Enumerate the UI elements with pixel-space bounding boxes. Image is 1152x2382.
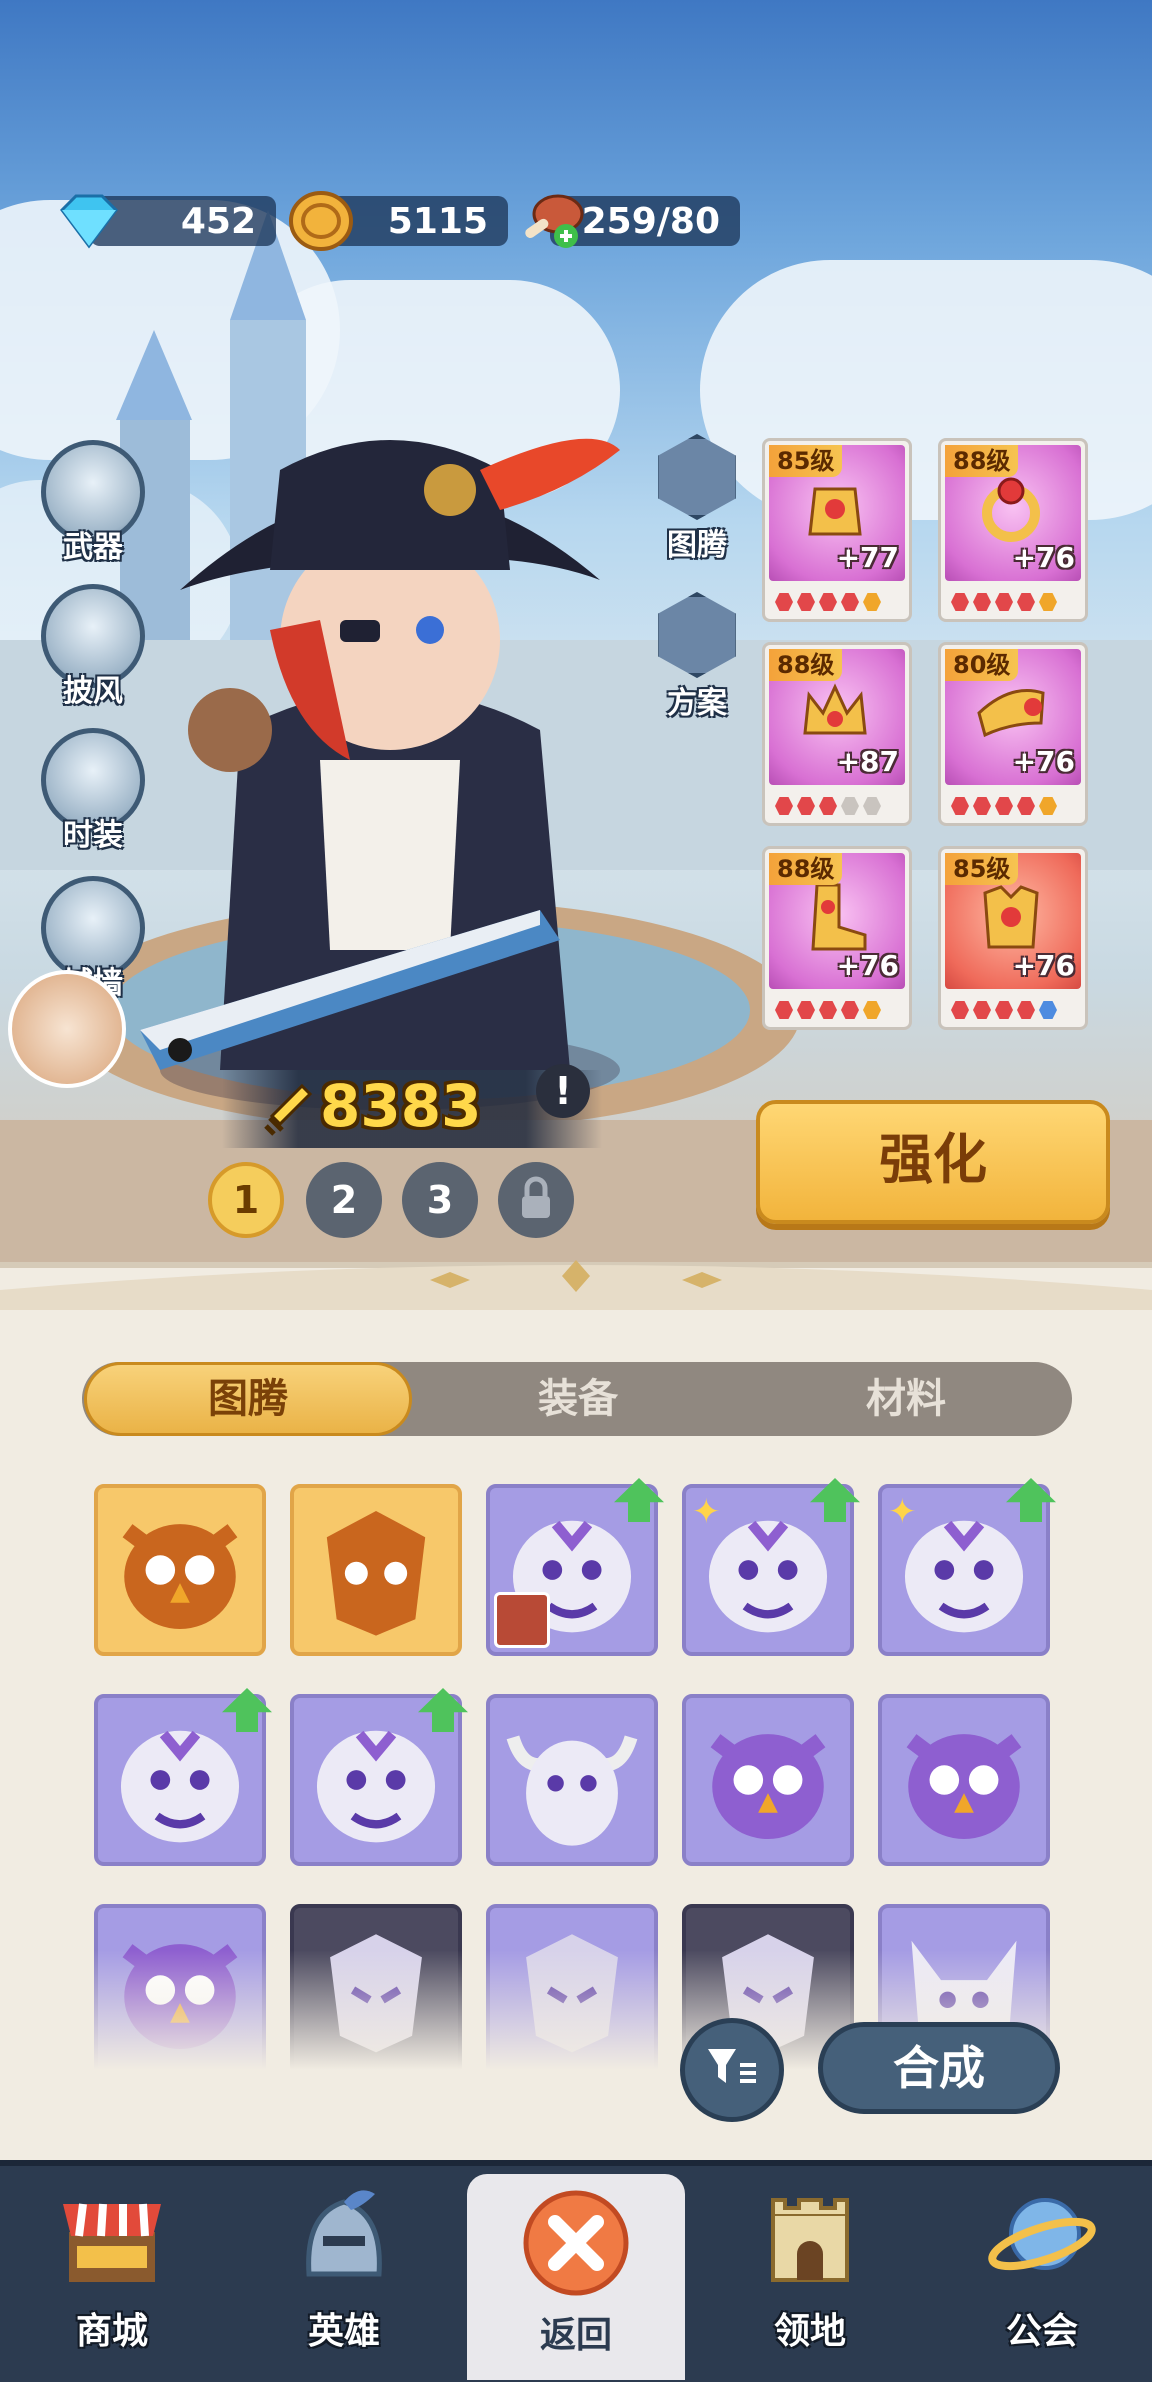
- equip-bonus: +76: [1012, 949, 1075, 982]
- nav-label: 英雄: [307, 2311, 380, 2352]
- tab-materials[interactable]: 材料: [742, 1362, 1070, 1436]
- owl-totem-icon: [906, 1734, 1022, 1840]
- equip-gems: [775, 797, 881, 815]
- totem-card[interactable]: [486, 1694, 658, 1866]
- meat-stamina-icon: [525, 194, 584, 248]
- nav-shop[interactable]: 商城: [12, 2170, 212, 2376]
- equip-slot-crown[interactable]: 88级 +87: [762, 642, 912, 826]
- sword-power-icon: [264, 1083, 313, 1136]
- equip-level: 85级: [945, 853, 1019, 885]
- loadout-slot-3[interactable]: 3: [402, 1162, 478, 1238]
- totem-button-label: 图腾: [667, 528, 727, 563]
- equip-bonus: +77: [836, 541, 899, 574]
- equip-gems: [775, 593, 881, 611]
- equip-level: 88级: [769, 853, 843, 885]
- totem-card[interactable]: [94, 1688, 272, 1866]
- totem-icon: [658, 434, 736, 520]
- equip-bonus: +76: [1012, 541, 1075, 574]
- totem-card[interactable]: ✦: [878, 1478, 1056, 1656]
- side-btn-costume[interactable]: 时装: [34, 728, 152, 854]
- nav-guild[interactable]: 公会: [942, 2170, 1142, 2376]
- power-value: 8383: [320, 1072, 482, 1140]
- totem-card[interactable]: [290, 1688, 468, 1866]
- nav-label: 领地: [773, 2311, 846, 2352]
- castle-icon: [755, 2184, 865, 2294]
- equip-gems: [951, 797, 1057, 815]
- stamina-count: 259/80: [581, 200, 720, 242]
- ring-icon: [982, 477, 1040, 542]
- side-btn-label: 披风: [63, 674, 123, 709]
- lock-icon: [522, 1176, 550, 1218]
- filter-button[interactable]: [680, 2018, 784, 2122]
- nav-back[interactable]: 返回: [467, 2174, 685, 2380]
- ox-totem-icon: [506, 1735, 638, 1846]
- owl-totem-icon: [710, 1734, 826, 1840]
- equip-slot-gloves[interactable]: 85级 +77: [762, 438, 912, 622]
- loadout-slot-2[interactable]: 2: [306, 1162, 382, 1238]
- equip-bonus: +76: [1012, 745, 1075, 778]
- loadout-button-label: 方案: [667, 686, 727, 721]
- equip-level: 85级: [769, 445, 843, 477]
- equip-gems: [951, 1001, 1057, 1019]
- side-btn-label: 武器: [63, 530, 123, 565]
- totem-card[interactable]: [486, 1478, 664, 1656]
- diamond-icon: [60, 194, 118, 249]
- nav-label: 商城: [75, 2311, 148, 2352]
- equip-slot-armor[interactable]: 85级 +76: [938, 846, 1088, 1030]
- equip-gems: [775, 1001, 881, 1019]
- loadout-slot-1[interactable]: 1: [208, 1162, 284, 1238]
- equip-level: 88级: [945, 445, 1019, 477]
- totem-card[interactable]: [94, 1484, 266, 1656]
- totem-card[interactable]: [878, 1694, 1050, 1866]
- equip-level: 88级: [769, 649, 843, 681]
- boots-icon: [811, 883, 867, 951]
- panel-trim: [0, 1260, 1152, 1310]
- diamond-count: 452: [180, 200, 256, 242]
- armor-icon: [983, 885, 1039, 949]
- loadout-slot-locked[interactable]: [498, 1162, 574, 1238]
- nav-territory[interactable]: 领地: [710, 2170, 910, 2376]
- side-btn-label: 时装: [63, 818, 123, 853]
- hero-character[interactable]: [120, 430, 680, 1130]
- owl-totem-icon: [122, 1524, 238, 1630]
- close-icon: [521, 2188, 631, 2298]
- side-btn-cape[interactable]: 披风: [34, 584, 152, 710]
- star-badge-icon: ✦: [888, 1492, 917, 1532]
- companion-avatar[interactable]: [8, 970, 126, 1088]
- enhance-button[interactable]: 强化: [756, 1100, 1110, 1224]
- equip-bonus: +76: [836, 949, 899, 982]
- loadout-button[interactable]: 方案: [642, 592, 752, 722]
- nav-label: 公会: [1005, 2311, 1078, 2352]
- star-badge-icon: ✦: [692, 1492, 721, 1532]
- gold-count: 5115: [387, 200, 488, 242]
- planet-icon: [987, 2184, 1097, 2294]
- tab-equipment[interactable]: 装备: [414, 1362, 742, 1436]
- side-btn-weapon[interactable]: 武器: [34, 440, 152, 566]
- totem-button[interactable]: 图腾: [642, 434, 752, 564]
- totem-card[interactable]: [682, 1694, 854, 1866]
- equip-slot-horn[interactable]: 80级 +76: [938, 642, 1088, 826]
- crown-icon: [803, 683, 867, 735]
- loadout-swap-icon: [658, 592, 736, 678]
- power-info-icon[interactable]: !: [536, 1064, 590, 1118]
- equip-level: 80级: [945, 649, 1019, 681]
- shop-icon: [57, 2184, 167, 2294]
- nav-label: 返回: [539, 2315, 612, 2356]
- gloves-icon: [808, 487, 862, 536]
- totem-card[interactable]: [290, 1484, 462, 1656]
- equip-gems: [951, 593, 1057, 611]
- equip-slot-ring[interactable]: 88级 +76: [938, 438, 1088, 622]
- nav-hero[interactable]: 英雄: [244, 2170, 444, 2376]
- totem-card[interactable]: ✦: [682, 1478, 860, 1656]
- gold-coin-icon: [289, 191, 353, 251]
- helmet-icon: [289, 2184, 399, 2294]
- equipped-hero-avatar: [494, 1592, 550, 1648]
- lion-totem-icon: [326, 1510, 426, 1636]
- tab-totem[interactable]: 图腾: [84, 1362, 412, 1436]
- filter-icon: [708, 2049, 756, 2083]
- equip-bonus: +87: [836, 745, 899, 778]
- combine-button[interactable]: 合成: [818, 2022, 1060, 2114]
- horn-icon: [977, 689, 1045, 738]
- equip-slot-boots[interactable]: 88级 +76: [762, 846, 912, 1030]
